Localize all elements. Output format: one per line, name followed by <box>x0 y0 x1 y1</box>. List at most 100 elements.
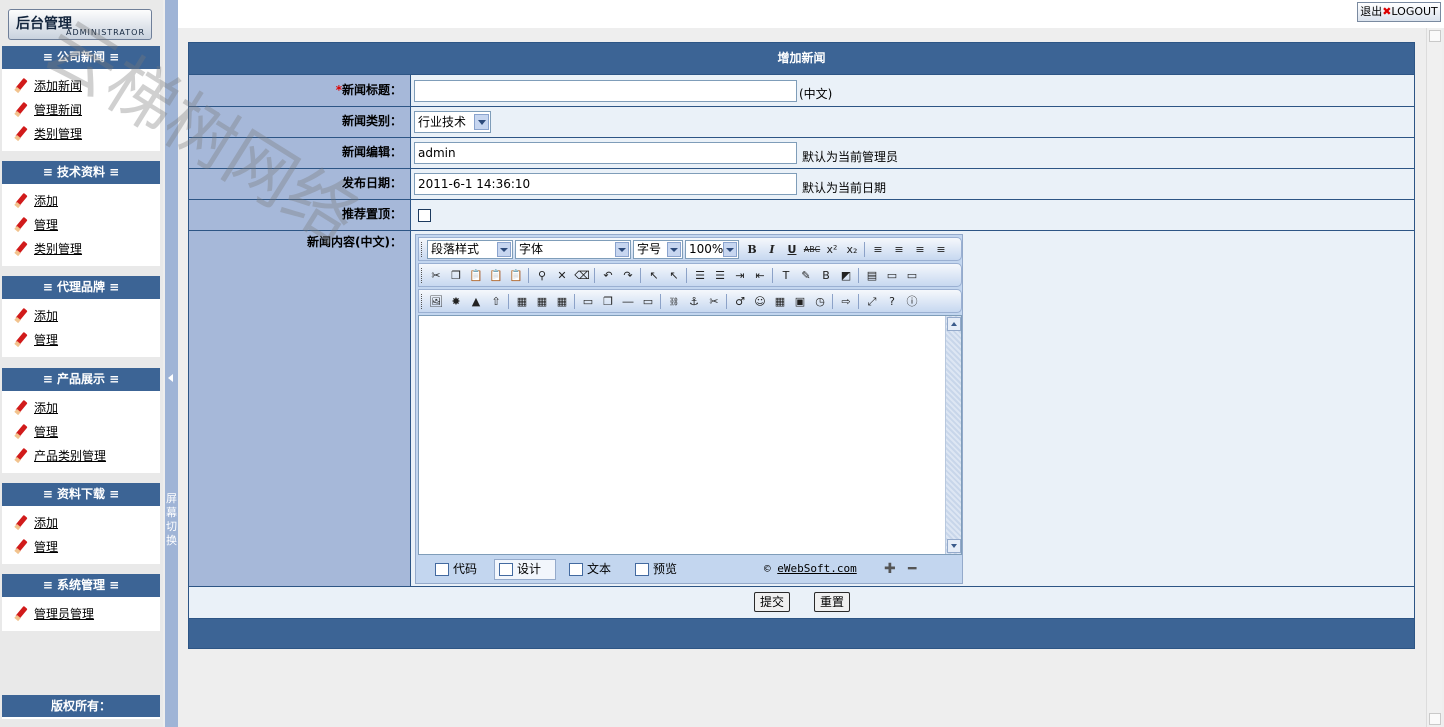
comment-icon[interactable]: ▭ <box>883 267 901 284</box>
menu-link[interactable]: 类别管理 <box>34 125 82 142</box>
paste-text-icon[interactable]: 📋 <box>487 267 505 284</box>
insert-form-icon[interactable]: ▭ <box>579 293 597 310</box>
align-left-icon[interactable]: ≡ <box>869 241 887 258</box>
menu-link[interactable]: 管理 <box>34 423 58 440</box>
editor-content-area[interactable] <box>418 315 962 555</box>
eraser-icon[interactable]: ⌫ <box>573 267 591 284</box>
insert-link-icon[interactable]: ⛓ <box>665 293 683 310</box>
upload-icon[interactable]: ⇧ <box>487 293 505 310</box>
publish-date-input[interactable]: 2011-6-1 14:36:10 <box>414 173 797 195</box>
layer-icon[interactable]: ▭ <box>903 267 921 284</box>
menu-item-add[interactable]: 添加 <box>2 188 160 212</box>
anchor-icon[interactable]: ⚓ <box>685 293 703 310</box>
marquee-icon[interactable]: ▭ <box>639 293 657 310</box>
horizontal-rule-icon[interactable]: ― <box>619 293 637 310</box>
menu-link[interactable]: 管理 <box>34 216 58 233</box>
align-justify-icon[interactable]: ≡ <box>932 241 950 258</box>
menu-item-admin-manage[interactable]: 管理员管理 <box>2 601 160 625</box>
recommend-checkbox[interactable] <box>418 209 431 222</box>
align-center-icon[interactable]: ≡ <box>890 241 908 258</box>
excel-icon[interactable]: ▦ <box>771 293 789 310</box>
tab-code[interactable]: 代码 <box>430 559 486 580</box>
menu-link[interactable]: 产品类别管理 <box>34 447 106 464</box>
paste-word-icon[interactable]: 📋 <box>507 267 525 284</box>
delete-icon[interactable]: ✕ <box>553 267 571 284</box>
help-icon[interactable]: ? <box>883 293 901 310</box>
editor-scrollbar[interactable] <box>945 316 961 554</box>
menu-item-add[interactable]: 添加 <box>2 303 160 327</box>
redo-icon[interactable]: ↷ <box>619 267 637 284</box>
table-menu-icon[interactable]: ▦ <box>533 293 551 310</box>
fullscreen-icon[interactable]: ⤢ <box>863 293 881 310</box>
expand-icon[interactable]: ✚ <box>884 562 896 576</box>
tab-design[interactable]: 设计 <box>494 559 556 580</box>
font-size-select[interactable]: 字号 <box>633 240 683 259</box>
menu-item-product-category[interactable]: 产品类别管理 <box>2 443 160 467</box>
menu-item-add[interactable]: 添加 <box>2 510 160 534</box>
menu-item-manage[interactable]: 管理 <box>2 327 160 351</box>
superscript-icon[interactable]: x² <box>823 241 841 258</box>
reset-button[interactable]: 重置 <box>814 592 851 612</box>
undo-icon[interactable]: ↶ <box>599 267 617 284</box>
info-icon[interactable]: ⓘ <box>903 293 921 310</box>
menu-link[interactable]: 管理 <box>34 538 58 555</box>
unordered-list-icon[interactable]: ☰ <box>711 267 729 284</box>
scroll-down-button[interactable] <box>947 539 961 553</box>
insert-media-icon[interactable]: ▲ <box>467 293 485 310</box>
ewebsoft-link[interactable]: eWebSoft.com <box>777 562 856 575</box>
news-category-select[interactable]: 行业技术 <box>414 111 491 133</box>
news-editor-input[interactable]: admin <box>414 142 797 164</box>
indent-icon[interactable]: ⇥ <box>731 267 749 284</box>
insert-flash-icon[interactable]: ✸ <box>447 293 465 310</box>
scroll-up-button[interactable] <box>947 317 961 331</box>
emoticon-icon[interactable]: ☺ <box>751 293 769 310</box>
unselect-icon[interactable]: ↖ <box>665 267 683 284</box>
menu-link[interactable]: 添加 <box>34 192 58 209</box>
copy-icon[interactable]: ❐ <box>447 267 465 284</box>
menu-item-manage[interactable]: 管理 <box>2 212 160 236</box>
cut-icon[interactable]: ✂ <box>427 267 445 284</box>
date-icon[interactable]: ▣ <box>791 293 809 310</box>
font-color-icon[interactable]: T <box>777 267 795 284</box>
sidebar-toggle-splitter[interactable]: 屏幕切换 <box>165 0 178 727</box>
background-color-icon[interactable]: B <box>817 267 835 284</box>
scroll-up-button[interactable] <box>1429 30 1441 42</box>
menu-link[interactable]: 类别管理 <box>34 240 82 257</box>
paragraph-style-select[interactable]: 段落样式 <box>427 240 513 259</box>
subscript-icon[interactable]: x₂ <box>843 241 861 258</box>
font-select[interactable]: 字体 <box>515 240 631 259</box>
menu-item-manage[interactable]: 管理 <box>2 534 160 558</box>
special-char-icon[interactable]: ♂ <box>731 293 749 310</box>
scroll-down-button[interactable] <box>1429 713 1441 725</box>
logout-button[interactable]: 退出✖LOGOUT <box>1357 2 1441 22</box>
menu-link[interactable]: 添加 <box>34 514 58 531</box>
collapse-arrow-icon[interactable] <box>168 374 173 382</box>
insert-image-icon[interactable]: 🖼 <box>427 293 445 310</box>
page-properties-icon[interactable]: ▤ <box>863 267 881 284</box>
bold-icon[interactable]: B <box>743 241 761 258</box>
italic-icon[interactable]: I <box>763 241 781 258</box>
menu-link[interactable]: 管理新闻 <box>34 101 82 118</box>
align-right-icon[interactable]: ≡ <box>911 241 929 258</box>
underline-icon[interactable]: U <box>783 241 801 258</box>
zoom-select[interactable]: 100% <box>685 240 739 259</box>
menu-item-add[interactable]: 添加 <box>2 395 160 419</box>
menu-item-add-news[interactable]: 添加新闻 <box>2 73 160 97</box>
import-word-icon[interactable]: ⇨ <box>837 293 855 310</box>
tab-preview[interactable]: 预览 <box>630 559 690 580</box>
news-title-input[interactable] <box>414 80 797 102</box>
tab-text[interactable]: 文本 <box>564 559 622 580</box>
ordered-list-icon[interactable]: ☰ <box>691 267 709 284</box>
chevron-down-icon[interactable] <box>474 114 489 130</box>
time-icon[interactable]: ◷ <box>811 293 829 310</box>
highlight-icon[interactable]: ✎ <box>797 267 815 284</box>
menu-item-manage-news[interactable]: 管理新闻 <box>2 97 160 121</box>
page-scrollbar[interactable] <box>1426 28 1442 727</box>
menu-link[interactable]: 添加新闻 <box>34 77 82 94</box>
paste-icon[interactable]: 📋 <box>467 267 485 284</box>
menu-item-category[interactable]: 类别管理 <box>2 236 160 260</box>
select-all-icon[interactable]: ↖ <box>645 267 663 284</box>
menu-link[interactable]: 管理员管理 <box>34 605 94 622</box>
unlink-icon[interactable]: ✂ <box>705 293 723 310</box>
menu-link[interactable]: 添加 <box>34 399 58 416</box>
